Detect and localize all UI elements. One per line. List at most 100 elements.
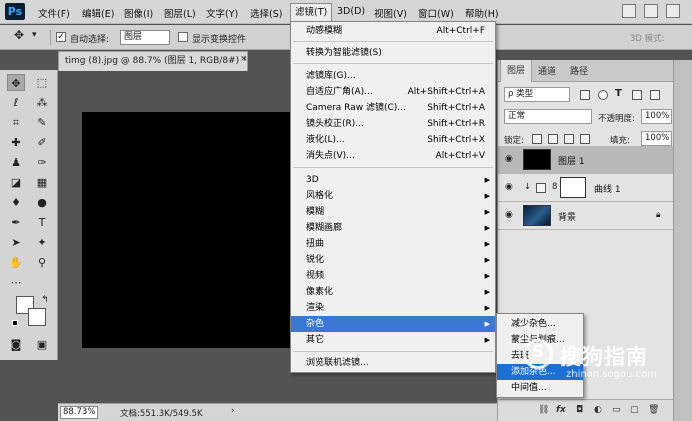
- auto-select-target-select[interactable]: 图层: [120, 30, 170, 45]
- fill-field[interactable]: 100%: [641, 131, 672, 146]
- move-tool-icon[interactable]: ✥: [7, 74, 25, 91]
- new-group-icon[interactable]: ▭: [612, 405, 621, 415]
- menu-edit[interactable]: 编辑(E): [82, 6, 114, 20]
- layer-mask-thumbnail[interactable]: [560, 177, 586, 198]
- filter-item-3d[interactable]: 3D ▶: [291, 172, 495, 188]
- magic-wand-tool-icon[interactable]: ⁂: [33, 94, 51, 111]
- menu-view[interactable]: 视图(V): [374, 6, 407, 20]
- tool-preset-chevron-icon[interactable]: ▾: [32, 30, 37, 40]
- filter-item-convert-smart[interactable]: 转换为智能滤镜(S): [291, 45, 495, 61]
- zoom-tool-icon[interactable]: ⚲: [33, 254, 51, 271]
- shape-tool-icon[interactable]: ✦: [33, 234, 51, 251]
- filter-adjustment-icon[interactable]: [598, 90, 608, 100]
- filter-item-blur-gallery[interactable]: 模糊画廊 ▶: [291, 220, 495, 236]
- layer-row-layer1[interactable]: ◉ 图层 1: [498, 146, 674, 174]
- filter-item-motion-blur[interactable]: 动感模糊 Alt+Ctrl+F: [291, 23, 495, 39]
- noise-item-reduce-noise[interactable]: 减少杂色...: [497, 316, 583, 332]
- filter-item-other[interactable]: 其它 ▶: [291, 332, 495, 348]
- show-transform-checkbox[interactable]: [178, 32, 188, 42]
- history-brush-tool-icon[interactable]: ✑: [33, 154, 51, 171]
- zoom-level-field[interactable]: 88.73%: [60, 406, 98, 419]
- marquee-tool-icon[interactable]: ⬚: [33, 74, 51, 91]
- menu-layer[interactable]: 图层(L): [164, 6, 196, 20]
- crop-tool-icon[interactable]: ⌗: [7, 114, 25, 131]
- tab-layers[interactable]: 图层: [500, 60, 533, 82]
- blur-tool-icon[interactable]: ♦: [7, 194, 25, 211]
- close-document-icon[interactable]: ×: [240, 54, 248, 64]
- filter-smart-object-icon[interactable]: [650, 90, 660, 100]
- lock-transparent-icon[interactable]: [532, 134, 542, 144]
- tab-paths[interactable]: 路径: [570, 64, 588, 77]
- gradient-tool-icon[interactable]: ▦: [33, 174, 51, 191]
- move-tool-icon[interactable]: ✥: [14, 28, 24, 42]
- filter-item-vanishing-point[interactable]: 消失点(V)... Alt+Ctrl+V: [291, 148, 495, 164]
- pen-tool-icon[interactable]: ✒: [7, 214, 25, 231]
- menu-type[interactable]: 文字(Y): [206, 6, 238, 20]
- status-menu-arrow-icon[interactable]: ›: [231, 406, 235, 416]
- lock-image-icon[interactable]: [548, 134, 558, 144]
- quick-mask-icon[interactable]: ◙: [7, 336, 25, 353]
- filter-item-adaptive-wide-angle[interactable]: 自适应广角(A)... Alt+Shift+Ctrl+A: [291, 84, 495, 100]
- close-window-button[interactable]: [666, 4, 680, 18]
- lock-position-icon[interactable]: [564, 134, 574, 144]
- filter-item-sharpen[interactable]: 锐化 ▶: [291, 252, 495, 268]
- layer-filter-select[interactable]: ρ 类型: [504, 87, 570, 102]
- filter-item-pixelate[interactable]: 像素化 ▶: [291, 284, 495, 300]
- type-tool-icon[interactable]: T: [33, 214, 51, 231]
- menu-3d[interactable]: 3D(D): [337, 6, 365, 17]
- screen-mode-icon[interactable]: ▣: [33, 336, 51, 353]
- menu-filter[interactable]: 滤镜(T): [290, 3, 333, 21]
- lasso-tool-icon[interactable]: ℓ: [7, 94, 25, 111]
- default-colors-icon[interactable]: [12, 320, 18, 326]
- filter-item-stylize[interactable]: 风格化 ▶: [291, 188, 495, 204]
- collapsed-panel-strip[interactable]: [673, 60, 692, 421]
- menu-window[interactable]: 窗口(W): [418, 6, 454, 20]
- brush-tool-icon[interactable]: ✐: [33, 134, 51, 151]
- clone-stamp-tool-icon[interactable]: ♟: [7, 154, 25, 171]
- filter-item-render[interactable]: 渲染 ▶: [291, 300, 495, 316]
- filter-item-liquify[interactable]: 液化(L)... Shift+Ctrl+X: [291, 132, 495, 148]
- tab-channels[interactable]: 通道: [538, 64, 556, 77]
- blend-mode-select[interactable]: 正常: [504, 109, 592, 124]
- visibility-eye-icon[interactable]: ◉: [505, 183, 517, 192]
- link-layers-icon[interactable]: ⛓: [538, 405, 549, 415]
- delete-layer-icon[interactable]: 🗑︎: [648, 405, 659, 415]
- new-adjustment-layer-icon[interactable]: ◐: [594, 405, 602, 415]
- document-canvas[interactable]: [82, 112, 292, 348]
- maximize-button[interactable]: [644, 4, 658, 18]
- more-tools-icon[interactable]: ⋯: [7, 274, 25, 291]
- noise-item-median[interactable]: 中间值...: [497, 380, 583, 396]
- filter-item-noise[interactable]: 杂色 ▶: [291, 316, 495, 332]
- filter-item-video[interactable]: 视频 ▶: [291, 268, 495, 284]
- auto-select-checkbox[interactable]: ✓: [56, 32, 66, 42]
- menu-select[interactable]: 选择(S): [250, 6, 282, 20]
- layer-row-curves1[interactable]: ◉ ↓ 8 曲线 1: [498, 174, 674, 202]
- filter-item-distort[interactable]: 扭曲 ▶: [291, 236, 495, 252]
- visibility-eye-icon[interactable]: ◉: [505, 155, 517, 164]
- menu-help[interactable]: 帮助(H): [465, 6, 499, 20]
- add-layer-style-icon[interactable]: fx: [556, 405, 566, 415]
- filter-pixel-icon[interactable]: [580, 90, 590, 100]
- background-color-swatch[interactable]: [28, 308, 46, 326]
- layer-row-background[interactable]: ◉ 背景 🔒︎: [498, 202, 674, 230]
- visibility-eye-icon[interactable]: ◉: [505, 211, 517, 220]
- filter-item-blur[interactable]: 模糊 ▶: [291, 204, 495, 220]
- add-mask-icon[interactable]: ◘: [576, 405, 583, 415]
- eyedropper-tool-icon[interactable]: ✎: [33, 114, 51, 131]
- document-tab[interactable]: timg (8).jpg @ 88.7% (图层 1, RGB/8#) *: [58, 51, 248, 71]
- filter-item-camera-raw[interactable]: Camera Raw 滤镜(C)... Shift+Ctrl+A: [291, 100, 495, 116]
- opacity-field[interactable]: 100%: [641, 109, 672, 124]
- minimize-button[interactable]: [622, 4, 636, 18]
- filter-type-icon[interactable]: T: [615, 88, 622, 99]
- filter-shape-icon[interactable]: [632, 90, 642, 100]
- filter-item-lens-correction[interactable]: 镜头校正(R)... Shift+Ctrl+R: [291, 116, 495, 132]
- mask-link-icon[interactable]: 8: [552, 182, 557, 192]
- swap-colors-icon[interactable]: ↰: [36, 292, 54, 309]
- lock-all-icon[interactable]: [580, 134, 590, 144]
- filter-item-filter-gallery[interactable]: 滤镜库(G)...: [291, 68, 495, 84]
- eraser-tool-icon[interactable]: ◪: [7, 174, 25, 191]
- menu-file[interactable]: 文件(F): [38, 6, 70, 20]
- dodge-tool-icon[interactable]: ●: [33, 194, 51, 211]
- new-layer-icon[interactable]: ▢: [630, 405, 639, 415]
- filter-item-browse-online[interactable]: 浏览联机滤镜...: [291, 355, 495, 371]
